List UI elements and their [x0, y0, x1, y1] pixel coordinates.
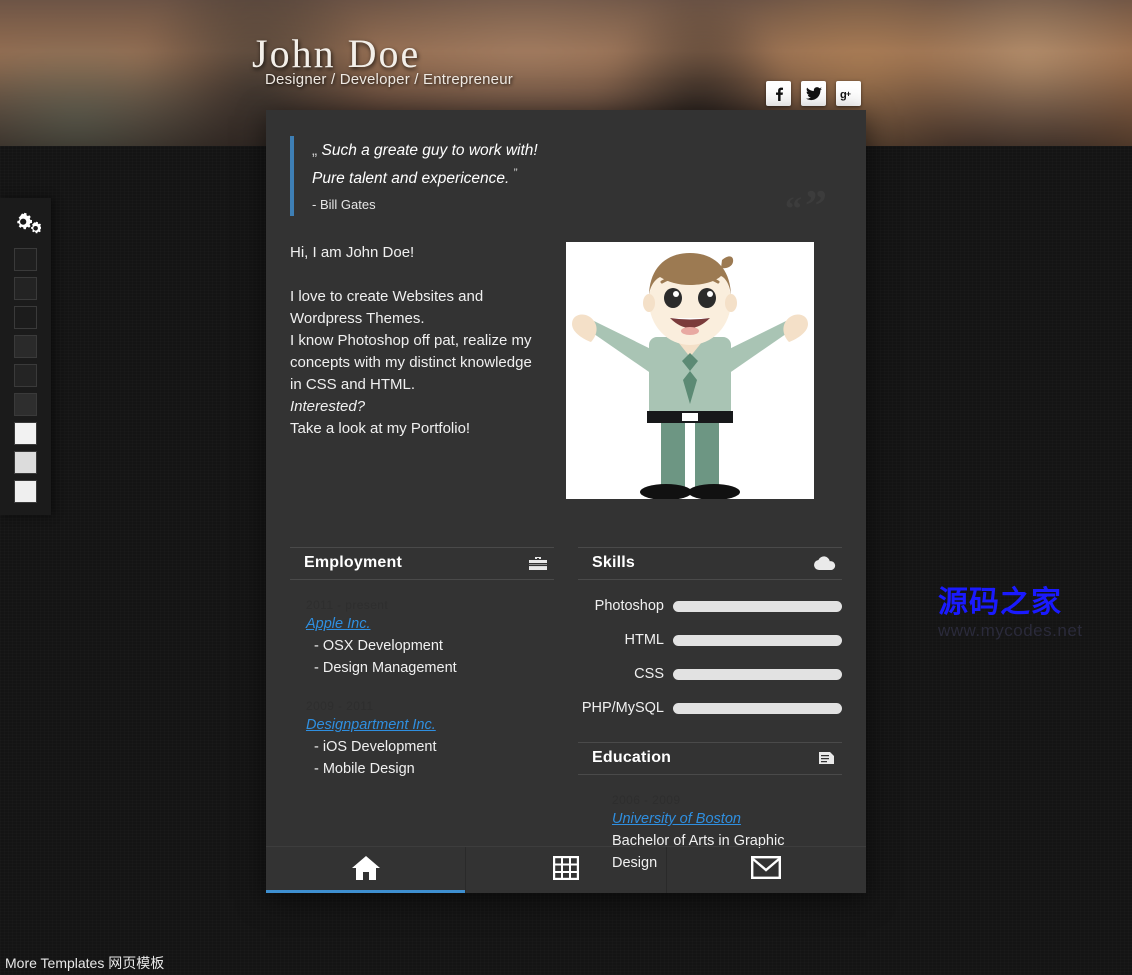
job-date: 2011 - present	[306, 598, 389, 613]
tab-contact[interactable]	[667, 847, 866, 893]
skill-bar-track	[673, 668, 842, 680]
education-title: Education	[592, 749, 672, 767]
job-entry: 2011 - present Apple Inc. - OSX Developm…	[290, 598, 554, 679]
home-icon	[351, 855, 381, 886]
swatch-option[interactable]	[14, 306, 37, 329]
skills-title: Skills	[592, 554, 636, 572]
employment-column: Employment 2011 - present Apple Inc. - O…	[290, 547, 554, 874]
skills-column: Skills Photoshop HTML CSS PHP/MySQL Educ…	[578, 547, 842, 874]
swatch-option[interactable]	[14, 248, 37, 271]
gears-icon[interactable]	[0, 206, 51, 248]
bio-line-1: I love to create Websites and	[290, 288, 484, 306]
job-task: - Mobile Design	[314, 761, 415, 778]
theme-sidebar	[0, 198, 51, 515]
skill-bar-track	[673, 634, 842, 646]
swatch-option[interactable]	[14, 364, 37, 387]
bio-cta: Take a look at my Portfolio!	[290, 420, 471, 438]
skill-label: CSS	[634, 666, 664, 683]
skill-row: CSS	[578, 666, 842, 682]
social-links: g +	[766, 81, 861, 106]
bio-line-5: in CSS and HTML.	[290, 376, 416, 394]
watermark: 源码之家 www.mycodes.net	[938, 588, 1118, 641]
resume-card: „ Such a greate guy to work with! Pure t…	[266, 110, 866, 893]
twitter-icon[interactable]	[801, 81, 826, 106]
employment-section-header: Employment	[290, 547, 554, 581]
quote-deco-big: ”	[805, 181, 830, 231]
cloud-icon	[814, 556, 836, 571]
googleplus-icon[interactable]: g +	[836, 81, 861, 106]
skill-bar-track	[673, 600, 842, 612]
quote-decoration-icon: “”	[785, 184, 830, 228]
job-company-link[interactable]: Designpartment Inc.	[306, 717, 436, 733]
bio-interested: Interested?	[290, 398, 366, 416]
intro-row: Hi, I am John Doe! I love to create Webs…	[290, 242, 842, 500]
swatch-option[interactable]	[14, 480, 37, 503]
job-entry: 2009 - 2011 Designpartment Inc. - iOS De…	[290, 699, 554, 780]
swatch-option[interactable]	[14, 451, 37, 474]
swatch-option[interactable]	[14, 393, 37, 416]
skill-bar-track	[673, 702, 842, 714]
bio-line-2: Wordpress Themes.	[290, 310, 425, 328]
job-company-link[interactable]: Apple Inc.	[306, 616, 371, 632]
swatch-option[interactable]	[14, 277, 37, 300]
mail-icon	[751, 856, 782, 884]
quote-line-2: Pure talent and expericence. ”	[312, 162, 842, 190]
quote-line-1: „ Such a greate guy to work with!	[312, 140, 842, 162]
watermark-chinese: 源码之家	[938, 585, 1062, 620]
education-school-link[interactable]: University of Boston	[612, 811, 741, 827]
tab-portfolio[interactable]	[466, 847, 667, 893]
cartoon-businessman-illustration	[572, 253, 808, 500]
bottom-navigation	[266, 846, 866, 893]
employment-title: Employment	[304, 554, 403, 572]
grid-icon	[552, 855, 580, 885]
education-date: 2006 - 2009	[612, 793, 681, 808]
job-task: - OSX Development	[314, 638, 443, 655]
quote-close-mark: ”	[513, 166, 518, 180]
testimonial-quote: „ Such a greate guy to work with! Pure t…	[290, 136, 842, 228]
bio-greeting: Hi, I am John Doe!	[290, 244, 415, 262]
page-root: John Doe Designer / Developer / Entrepre…	[0, 0, 1132, 975]
footer-text: More Templates 网页模板	[5, 955, 165, 971]
skill-row: PHP/MySQL	[578, 700, 842, 716]
details-columns: Employment 2011 - present Apple Inc. - O…	[290, 547, 842, 874]
quote-author: - Bill Gates	[312, 197, 376, 213]
skill-row: Photoshop	[578, 598, 842, 614]
avatar	[566, 242, 814, 500]
quote-text-1: Such a greate guy to work with!	[321, 142, 538, 159]
education-section-header: Education	[578, 742, 842, 776]
facebook-icon[interactable]	[766, 81, 791, 106]
skill-label: HTML	[624, 632, 664, 649]
page-title: John Doe	[252, 31, 421, 76]
skill-label: Photoshop	[594, 598, 664, 615]
swatch-option[interactable]	[14, 335, 37, 358]
quote-text-2: Pure talent and expericence.	[312, 170, 510, 188]
job-date: 2009 - 2011	[306, 699, 374, 714]
briefcase-icon	[528, 555, 548, 571]
job-task: - Design Management	[314, 660, 457, 677]
header-tagline: Designer / Developer / Entrepreneur	[265, 71, 513, 88]
swatch-option[interactable]	[14, 422, 37, 445]
skill-row: HTML	[578, 632, 842, 648]
watermark-url: www.mycodes.net	[938, 621, 1083, 640]
skills-section-header: Skills	[578, 547, 842, 581]
bio-line-4: concepts with my distinct knowledge	[290, 354, 532, 372]
quote-deco-small: “	[785, 191, 805, 229]
book-icon	[816, 750, 836, 766]
job-task: - iOS Development	[314, 739, 437, 756]
skill-label: PHP/MySQL	[581, 700, 664, 717]
tab-home[interactable]	[266, 847, 467, 893]
bio-spacer	[290, 264, 548, 286]
theme-swatches	[0, 248, 51, 503]
bio-line-3: I know Photoshop off pat, realize my	[290, 332, 532, 350]
quote-open-mark: „	[312, 142, 318, 159]
bio-text: Hi, I am John Doe! I love to create Webs…	[290, 242, 548, 499]
svg-text:+: +	[846, 88, 851, 98]
